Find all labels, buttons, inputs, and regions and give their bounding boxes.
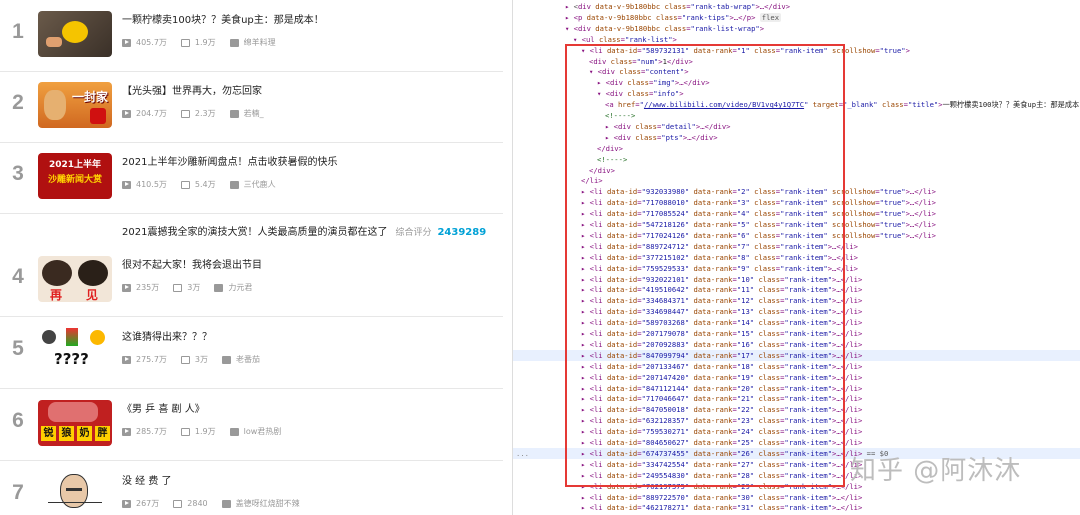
video-stats: 405.7万 1.9万 绵羊料理 — [122, 37, 276, 48]
video-title[interactable]: 一颗柠檬卖100块？？美食up主：那是成本！ — [122, 11, 324, 26]
uploader-icon — [229, 38, 239, 47]
video-stats: 410.5万 5.4万 三代鹿人 — [122, 179, 276, 190]
play-icon — [122, 355, 131, 364]
rank-number: 4 — [12, 265, 24, 288]
view-count: 235万 — [136, 283, 160, 292]
rank-number: 6 — [12, 409, 24, 432]
rank-item[interactable]: 2 一封家 【光头强】世界再大，勿忘回家 204.7万 2.3万 若楠_ — [0, 71, 503, 143]
video-thumbnail[interactable]: 再见 — [38, 256, 112, 302]
video-title[interactable]: 【光头强】世界再大，勿忘回家 — [122, 82, 262, 97]
view-count: 285.7万 — [136, 427, 167, 436]
video-stats: 204.7万 2.3万 若楠_ — [122, 108, 264, 119]
danmaku-count: 3万 — [194, 355, 208, 364]
uploader-name[interactable]: 三代鹿人 — [244, 179, 276, 190]
rank-number: 5 — [12, 337, 24, 360]
rank-number: 7 — [12, 481, 24, 504]
rank-number: 2 — [12, 91, 24, 114]
dom-node-line[interactable]: ▸ <p data-v-9b180bbc class="rank-tips">…… — [513, 12, 1080, 23]
uploader-name[interactable]: low君热剧 — [244, 426, 282, 437]
play-icon — [122, 109, 131, 118]
dom-node-line[interactable]: ▸ <div data-v-9b180bbc class="rank-tab-w… — [513, 1, 1080, 12]
video-thumbnail[interactable]: 2021上半年 沙雕新闻大赏 — [38, 153, 112, 199]
danmaku-count: 1.9万 — [194, 427, 216, 436]
li-rank-item-line[interactable]: ▸ <li data-id="462178271" data-rank="31"… — [513, 502, 1080, 513]
view-count: 275.7万 — [136, 355, 167, 364]
play-icon — [122, 180, 131, 189]
uploader-icon — [214, 283, 224, 292]
uploader-name[interactable]: 老番茄 — [236, 354, 260, 365]
video-thumbnail[interactable]: 一封家 — [38, 82, 112, 128]
danmaku-count: 2840 — [187, 499, 208, 508]
video-stats: 285.7万 1.9万 low君热剧 — [122, 426, 281, 437]
rank-item[interactable]: 6 锐狼奶胖《男 乒 喜 剧 人》 285.7万 1.9万 low君热剧 — [0, 389, 503, 461]
uploader-name[interactable]: 若楠_ — [244, 108, 264, 119]
uploader-icon — [222, 355, 231, 364]
danmaku-count: 2.3万 — [194, 109, 216, 118]
video-thumbnail[interactable]: 锐狼奶胖 — [38, 400, 112, 446]
danmaku-icon — [173, 499, 183, 508]
rank-item[interactable]: 1 一颗柠檬卖100块？？美食up主：那是成本！ 405.7万 1.9万 绵羊料理 — [0, 0, 503, 72]
view-count: 267万 — [136, 499, 160, 508]
rank-sub-item[interactable]: 2021震撼我全家的演技大赏！人类最高质量的演员都在这了 综合评分 2439289 — [0, 216, 503, 244]
score-value: 2439289 — [437, 227, 487, 238]
uploader-icon — [229, 427, 239, 436]
danmaku-icon — [180, 38, 190, 47]
uploader-icon — [229, 109, 239, 118]
ellipsis-icon[interactable]: ... — [516, 448, 529, 459]
rank-number: 1 — [12, 20, 24, 43]
video-stats: 235万 3万 力元君 — [122, 282, 252, 293]
li-rank-item-line[interactable]: ▸ <li data-id="889722570" data-rank="30"… — [513, 492, 1080, 503]
danmaku-count: 1.9万 — [194, 38, 216, 47]
video-thumbnail[interactable]: ???? — [38, 328, 112, 374]
score-label: 综合评分 — [395, 228, 432, 238]
sub-item-title[interactable]: 2021震撼我全家的演技大赏！人类最高质量的演员都在这了 综合评分 2439289 — [122, 223, 486, 238]
danmaku-icon — [180, 109, 190, 118]
rank-item[interactable]: 4 再见很对不起大家！我将会退出节目 235万 3万 力元君 — [0, 245, 503, 317]
watermark: 知乎 @阿沐沐 — [850, 456, 1022, 486]
danmaku-icon — [180, 427, 190, 436]
rank-item[interactable]: 5???? 这谁猜得出来？？？ 275.7万 3万 老番茄 — [0, 317, 503, 389]
play-icon — [122, 283, 131, 292]
uploader-name[interactable]: 盖德呀红烧甜不辣 — [236, 498, 300, 509]
rank-item[interactable]: 7 没 经 费 了 267万 2840 盖德呀红烧甜不辣 — [0, 461, 503, 515]
danmaku-count: 3万 — [187, 283, 201, 292]
uploader-name[interactable]: 力元君 — [228, 282, 252, 293]
uploader-icon — [221, 499, 231, 508]
view-count: 410.5万 — [136, 180, 167, 189]
video-title[interactable]: 《男 乒 喜 剧 人》 — [122, 400, 205, 415]
uploader-icon — [229, 180, 239, 189]
danmaku-icon — [180, 355, 190, 364]
rank-list-panel: 1 一颗柠檬卖100块？？美食up主：那是成本！ 405.7万 1.9万 绵羊料理 2 一封… — [0, 0, 503, 515]
highlight-box — [565, 44, 845, 487]
rank-number: 3 — [12, 162, 24, 185]
danmaku-icon — [173, 283, 183, 292]
video-thumbnail[interactable] — [38, 11, 112, 57]
video-thumbnail[interactable] — [38, 472, 112, 515]
video-stats: 267万 2840 盖德呀红烧甜不辣 — [122, 498, 300, 509]
video-title[interactable]: 很对不起大家！我将会退出节目 — [122, 256, 262, 271]
uploader-name[interactable]: 绵羊料理 — [244, 37, 276, 48]
danmaku-icon — [180, 180, 190, 189]
rank-item[interactable]: 3 2021上半年 沙雕新闻大赏 2021上半年沙雕新闻盘点！点击收获暑假的快乐 410… — [0, 142, 503, 214]
video-title[interactable]: 这谁猜得出来？？？ — [122, 328, 212, 343]
view-count: 204.7万 — [136, 109, 167, 118]
dom-node-line[interactable]: ▾ <div data-v-9b180bbc class="rank-list-… — [513, 23, 1080, 34]
video-title[interactable]: 没 经 费 了 — [122, 472, 172, 487]
play-icon — [122, 38, 131, 47]
danmaku-count: 5.4万 — [194, 180, 216, 189]
video-title[interactable]: 2021上半年沙雕新闻盘点！点击收获暑假的快乐 — [122, 153, 337, 168]
view-count: 405.7万 — [136, 38, 167, 47]
video-stats: 275.7万 3万 老番茄 — [122, 354, 260, 365]
play-icon — [122, 499, 131, 508]
play-icon — [122, 427, 131, 436]
